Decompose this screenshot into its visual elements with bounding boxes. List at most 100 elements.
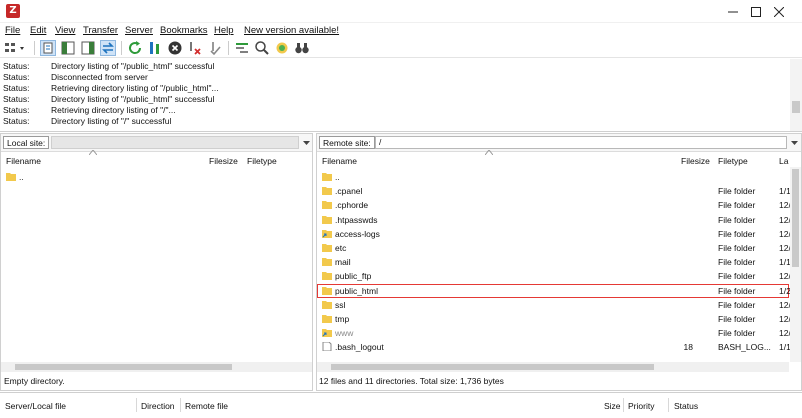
file-name: .cphorde	[335, 200, 369, 211]
col-filetype[interactable]: Filetype	[718, 155, 748, 167]
directory-compare-button[interactable]	[234, 40, 250, 56]
refresh-button[interactable]	[127, 40, 143, 56]
cancel-button[interactable]	[167, 40, 183, 56]
column-separator	[180, 398, 181, 412]
menu-edit[interactable]: Edit	[30, 25, 46, 36]
menu-help[interactable]: Help	[214, 25, 234, 36]
find-files-button[interactable]	[294, 40, 310, 56]
column-separator	[668, 398, 669, 412]
search-button[interactable]	[254, 40, 270, 56]
local-site-label: Local site:	[3, 136, 50, 149]
file-row[interactable]: www File folder 12/	[317, 326, 791, 340]
file-name: .htpasswds	[335, 214, 378, 225]
remote-vscrollbar[interactable]	[790, 167, 801, 362]
file-type: File folder	[718, 328, 756, 339]
queue-col-priority[interactable]: Priority	[628, 400, 654, 412]
local-pane: Local site: Filename Filesize Filetype .…	[0, 133, 313, 391]
local-hscrollbar[interactable]	[1, 362, 312, 372]
toolbar-separator	[228, 41, 229, 55]
scrollbar-thumb[interactable]	[792, 101, 800, 113]
column-separator	[623, 398, 624, 412]
menu-server[interactable]: Server	[125, 25, 153, 36]
file-icon	[322, 342, 332, 352]
menu-new-version[interactable]: New version available!	[244, 25, 339, 36]
folder-icon	[322, 300, 332, 309]
col-filetype[interactable]: Filetype	[247, 155, 277, 167]
file-row[interactable]: .htpasswds File folder 12/	[317, 213, 791, 227]
col-last-modified[interactable]: La	[779, 155, 788, 167]
remote-path-dropdown[interactable]	[788, 136, 800, 149]
reconnect-button[interactable]	[207, 40, 223, 56]
toggle-queue-button[interactable]	[100, 40, 116, 56]
queue-col-direction[interactable]: Direction	[141, 400, 175, 412]
file-name: mail	[335, 257, 351, 268]
transfer-queue: Server/Local file Direction Remote file …	[0, 392, 802, 418]
queue-col-status[interactable]: Status	[674, 400, 698, 412]
folder-icon	[322, 215, 332, 224]
refresh-icon	[129, 41, 142, 54]
site-manager-icon	[5, 43, 24, 52]
sync-browse-button[interactable]	[274, 40, 290, 56]
folder-icon	[322, 201, 332, 210]
toggle-local-tree-button[interactable]	[60, 40, 76, 56]
remote-site-bar: Remote site: /	[317, 134, 801, 152]
file-row[interactable]: access-logs File folder 12/	[317, 227, 791, 241]
message-log[interactable]: Status: Directory listing of "/public_htm…	[0, 59, 802, 132]
cancel-disconnect-button[interactable]	[187, 40, 203, 56]
file-row[interactable]: tmp File folder 12/	[317, 312, 791, 326]
file-name: etc	[335, 243, 347, 253]
menu-bar: File Edit View Transfer Server Bookmarks…	[0, 23, 802, 38]
site-manager-button[interactable]	[4, 40, 28, 56]
log-line: Status: Directory listing of "/public_htm…	[3, 94, 215, 104]
local-path-dropdown[interactable]	[300, 136, 312, 149]
scrollbar-thumb[interactable]	[15, 364, 232, 370]
file-row[interactable]: ..	[1, 170, 300, 184]
log-line: Status: Directory listing of "/public_htm…	[3, 61, 215, 71]
cancel-icon	[168, 41, 182, 55]
file-name: www	[335, 328, 354, 339]
process-queue-button[interactable]	[147, 40, 163, 56]
folder-icon	[322, 286, 332, 295]
log-line: Status: Retrieving directory listing of "…	[3, 105, 176, 115]
local-site-bar: Local site:	[1, 134, 312, 152]
file-type: File folder	[718, 285, 756, 296]
toggle-log-button[interactable]	[40, 40, 56, 56]
binoculars-icon	[295, 43, 309, 54]
file-row[interactable]: .bash_logout 18 BASH_LOG... 1/1	[317, 340, 791, 354]
queue-col-size[interactable]: Size	[604, 400, 621, 412]
file-row[interactable]: public_ftp File folder 12/	[317, 269, 791, 283]
file-row[interactable]: ..	[317, 170, 789, 184]
file-row[interactable]: ssl File folder 12/	[317, 298, 791, 312]
menu-transfer[interactable]: Transfer	[83, 25, 118, 36]
file-row[interactable]: .cpanel File folder 1/1	[317, 184, 791, 198]
file-row[interactable]: .cphorde File folder 12/	[317, 198, 791, 212]
scrollbar-thumb[interactable]	[331, 364, 654, 370]
log-line: Status: Directory listing of "/" successf…	[3, 116, 172, 126]
file-name: ssl	[335, 299, 346, 310]
scrollbar-thumb[interactable]	[792, 169, 799, 267]
col-filesize[interactable]: Filesize	[681, 155, 710, 167]
log-line: Status: Retrieving directory listing of "…	[3, 83, 219, 93]
menu-file[interactable]: File	[5, 25, 20, 36]
file-row[interactable]: etc File folder 12/	[317, 241, 791, 255]
toggle-remote-tree-button[interactable]	[80, 40, 96, 56]
remote-path-input[interactable]: /	[375, 136, 787, 149]
local-path-input[interactable]	[51, 136, 299, 149]
col-filesize[interactable]: Filesize	[209, 155, 238, 167]
file-name: public_html	[335, 285, 378, 296]
reconnect-icon	[210, 42, 221, 56]
queue-col-remote-file[interactable]: Remote file	[185, 400, 228, 412]
col-filename[interactable]: Filename	[6, 155, 41, 167]
file-row[interactable]: public_html File folder 1/2	[317, 283, 791, 298]
folder-link-icon	[322, 229, 332, 238]
queue-col-server-local-file[interactable]: Server/Local file	[5, 400, 66, 412]
search-icon	[255, 41, 269, 55]
col-filename[interactable]: Filename	[322, 155, 357, 167]
menu-view[interactable]: View	[55, 25, 75, 36]
menu-bookmarks[interactable]: Bookmarks	[160, 25, 208, 36]
log-line: Status: Disconnected from server	[3, 72, 148, 82]
remote-hscrollbar[interactable]	[317, 362, 789, 372]
log-scrollbar[interactable]	[790, 59, 802, 131]
close-button[interactable]	[756, 0, 802, 23]
file-row[interactable]: mail File folder 1/1	[317, 255, 791, 269]
